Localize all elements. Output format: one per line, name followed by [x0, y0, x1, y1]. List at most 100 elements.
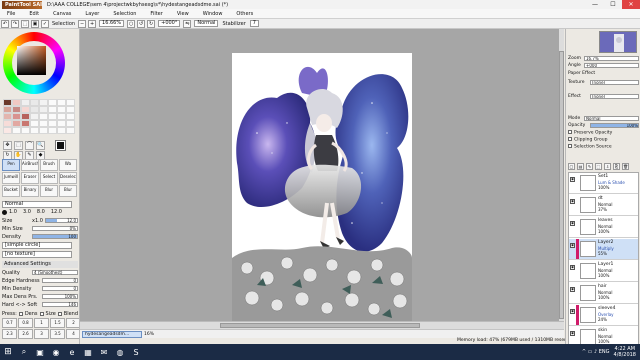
color-swatch[interactable] — [30, 106, 39, 113]
min-density-slider[interactable]: 0 — [42, 286, 78, 291]
color-swatch[interactable] — [48, 127, 57, 134]
file-explorer-icon[interactable]: ▦ — [80, 344, 96, 360]
menu-layer[interactable]: Layer — [78, 11, 106, 17]
rect-select-icon[interactable]: ⬚ — [14, 141, 23, 150]
color-swatch[interactable] — [66, 113, 75, 120]
brush-tool-4[interactable]: Jumwill — [2, 172, 20, 184]
brush-tool-3[interactable]: Wa — [59, 159, 77, 171]
nav-zoom-field[interactable]: 16.7% — [584, 55, 639, 61]
menu-file[interactable]: File — [0, 11, 22, 17]
color-swatch[interactable] — [3, 113, 12, 120]
vertical-scrollbar[interactable] — [559, 29, 564, 321]
size-preset-4[interactable]: 12.0 — [51, 209, 62, 215]
brush-tool-8[interactable]: Bucket — [2, 185, 20, 197]
zoom-field[interactable]: 16.66% — [99, 20, 125, 27]
quality-select[interactable]: 4 (Smoothest) — [32, 270, 78, 275]
numpad-size-button[interactable]: 3.5 — [50, 329, 65, 339]
canvas-area[interactable] — [80, 29, 564, 325]
layer-row[interactable]: ◉ Layer2 Multiply 55% — [569, 239, 638, 260]
saturation-value-square[interactable] — [17, 46, 46, 75]
color-swatch[interactable] — [66, 99, 75, 106]
color-swatch[interactable] — [66, 127, 75, 134]
color-swatch[interactable] — [21, 99, 30, 106]
color-swatch[interactable] — [66, 120, 75, 127]
color-swatch[interactable] — [39, 120, 48, 127]
size-slider[interactable]: 12.0 — [44, 218, 78, 223]
deselect-icon[interactable]: ⬚ — [21, 19, 29, 28]
flip-icon[interactable]: ⇋ — [183, 19, 192, 28]
size-preset-1[interactable]: 1.0 — [9, 209, 17, 215]
navigator-thumbnail[interactable] — [599, 31, 637, 53]
numpad-size-button[interactable]: 4 — [66, 329, 79, 339]
color-swatch[interactable] — [48, 99, 57, 106]
color-swatch[interactable] — [48, 113, 57, 120]
color-swatch[interactable] — [57, 127, 66, 134]
duplicate-layer-icon[interactable]: ⎘ — [613, 163, 620, 170]
color-swatch[interactable] — [39, 127, 48, 134]
task-view-icon[interactable]: ▣ — [32, 344, 48, 360]
menu-window[interactable]: Window — [196, 11, 230, 17]
mail-icon[interactable]: ✉ — [96, 344, 112, 360]
layer-mask-icon[interactable]: ⬚ — [595, 163, 602, 170]
paper-texture-select[interactable]: (none) — [590, 79, 639, 85]
color-swatch[interactable] — [30, 120, 39, 127]
zoom-in-icon[interactable]: + — [88, 19, 97, 28]
brush-tool-11[interactable]: Blur — [59, 185, 77, 197]
maximize-button[interactable]: ☐ — [604, 0, 622, 9]
color-swatch[interactable] — [12, 113, 21, 120]
color-swatch[interactable] — [30, 127, 39, 134]
layer-mode-select[interactable]: Normal — [584, 115, 639, 121]
zoom-reset-icon[interactable]: ○ — [127, 19, 136, 28]
rotate-right-icon[interactable]: ↻ — [147, 19, 156, 28]
angle-field[interactable]: +000° — [158, 20, 181, 27]
color-swatch[interactable] — [21, 113, 30, 120]
numpad-size-button[interactable]: 2.3 — [2, 329, 17, 339]
color-swatch[interactable] — [39, 106, 48, 113]
layer-row[interactable]: ◉ Set1 Lum & Shade 100% — [569, 173, 638, 194]
color-swatch[interactable] — [21, 106, 30, 113]
color-swatch[interactable] — [21, 127, 30, 134]
color-swatch[interactable] — [66, 106, 75, 113]
color-swatch[interactable] — [48, 106, 57, 113]
merge-down-icon[interactable]: ⇩ — [604, 163, 611, 170]
color-swatch[interactable] — [48, 120, 57, 127]
search-icon[interactable]: ⌕ — [16, 344, 32, 360]
foreground-color[interactable] — [55, 140, 66, 151]
numpad-size-button[interactable]: 1.5 — [50, 318, 65, 328]
brush-tool-9[interactable]: Binary — [21, 185, 39, 197]
chrome-icon[interactable]: ◉ — [48, 344, 64, 360]
color-swatch[interactable] — [3, 106, 12, 113]
eye-icon[interactable]: ◉ — [570, 331, 575, 336]
press-dens-checkbox[interactable] — [18, 311, 23, 316]
size-preset-3[interactable]: 8.0 — [37, 209, 45, 215]
lasso-icon[interactable]: ⌒ — [25, 141, 34, 150]
eye-icon[interactable]: ◉ — [570, 309, 575, 314]
new-layer-icon[interactable]: ▢ — [568, 163, 575, 170]
brush-mode-select[interactable]: Normal — [2, 201, 72, 208]
horizontal-scrollbar[interactable] — [80, 321, 564, 329]
eye-icon[interactable]: ◉ — [570, 287, 575, 292]
numpad-size-button[interactable]: 0.7 — [2, 318, 17, 328]
color-swatch[interactable] — [12, 99, 21, 106]
color-swatch[interactable] — [30, 113, 39, 120]
brush-shape-select[interactable]: [simple circle] — [2, 242, 72, 249]
brush-tool-5[interactable]: Eraser — [21, 172, 39, 184]
zoom-out-icon[interactable]: − — [78, 19, 87, 28]
color-swatch[interactable] — [3, 99, 12, 106]
paper-effect-select[interactable]: (none) — [590, 93, 639, 99]
color-swatch[interactable] — [57, 106, 66, 113]
press-blend-checkbox[interactable] — [57, 311, 62, 316]
selection-visible-checkbox[interactable]: ✓ — [41, 19, 49, 28]
delete-layer-icon[interactable]: 🗑 — [622, 163, 629, 170]
color-swatch[interactable] — [57, 99, 66, 106]
nav-angle-field[interactable]: +000 — [584, 62, 639, 68]
tray-icons[interactable]: ^ ▭ ♪ ENG — [582, 349, 610, 355]
numpad-size-button[interactable]: 1 — [34, 318, 49, 328]
undo-icon[interactable]: ↶ — [1, 19, 9, 28]
layer-opacity-slider[interactable]: 100% — [590, 122, 639, 128]
layer-row[interactable]: ◉ sleeve4 Overlay 24% — [569, 305, 638, 326]
redo-icon[interactable]: ↷ — [11, 19, 19, 28]
color-swatch[interactable] — [12, 127, 21, 134]
color-swatch[interactable] — [57, 120, 66, 127]
numpad-size-button[interactable]: 2 — [66, 318, 79, 328]
